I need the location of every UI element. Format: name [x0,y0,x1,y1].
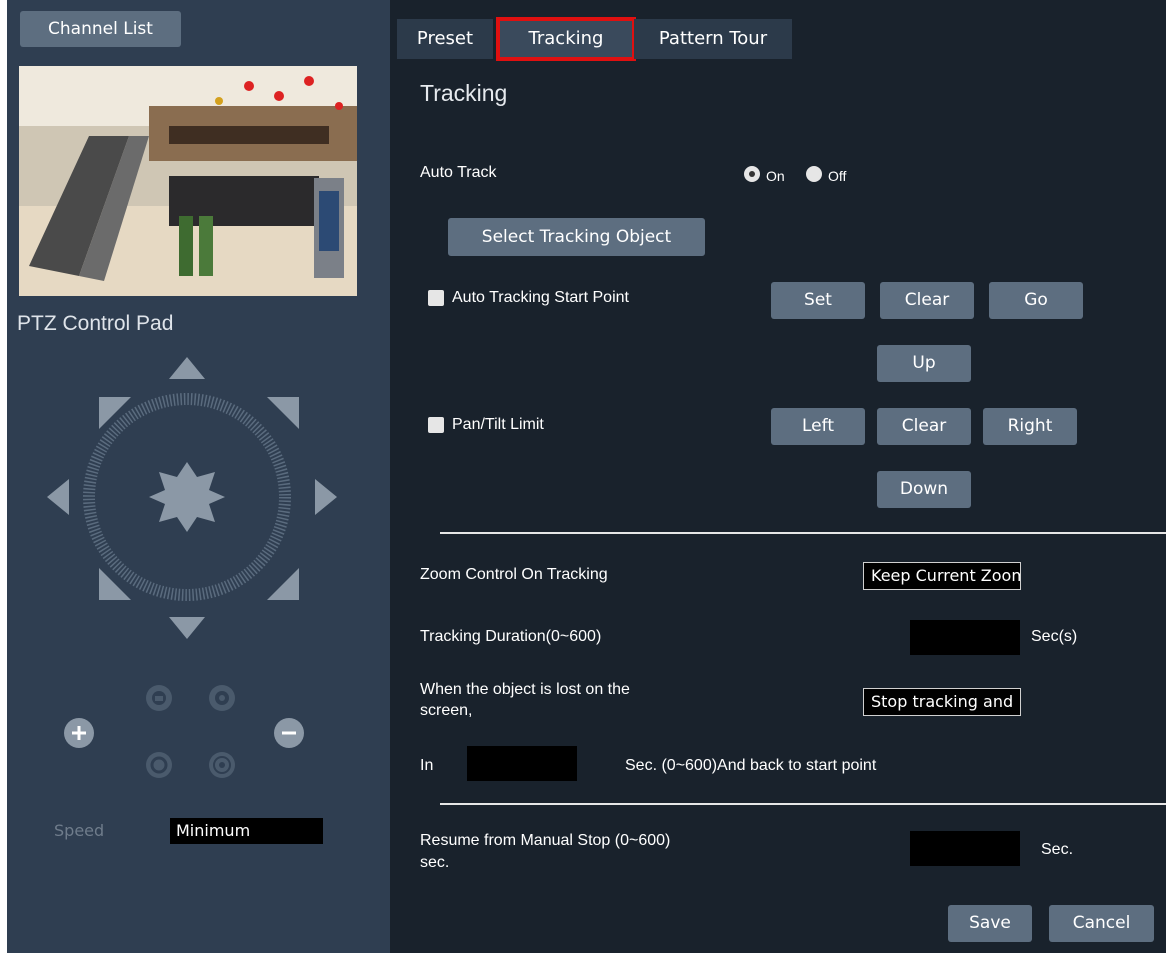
object-lost-label-line2: screen, [420,702,473,719]
resume-label-line1: Resume from Manual Stop (0~600) [420,832,671,849]
right-panel: Preset Tracking Pattern Tour Tracking Au… [390,0,1166,953]
divider-1 [440,532,1166,534]
in-seconds-input[interactable] [467,746,577,781]
resume-unit: Sec. [1041,841,1074,858]
zoom-in-icon[interactable] [64,718,94,748]
channel-list-button[interactable]: Channel List [20,11,181,47]
left-arrow-icon[interactable] [47,479,69,515]
go-button[interactable]: Go [989,282,1083,319]
iris-open-icon[interactable] [146,752,172,778]
in-label: In [420,757,434,774]
down-arrow-icon[interactable] [169,617,205,639]
divider-2 [440,803,1166,805]
save-button[interactable]: Save [948,905,1032,942]
speed-label: Speed [54,821,105,840]
down-right-arrow-icon[interactable] [267,568,299,600]
object-lost-label-line1: When the object is lost on the [420,681,630,698]
ptz-control-pad-title: PTZ Control Pad [17,312,174,335]
auto-track-off-label: Off [828,168,847,184]
pan-tilt-limit-label: Pan/Tilt Limit [452,416,544,433]
clear-start-button[interactable]: Clear [880,282,974,319]
ptz-pad [37,352,337,652]
auto-track-on-label: On [766,168,785,184]
in-suffix-label: Sec. (0~600)And back to start point [625,757,877,774]
down-button[interactable]: Down [877,471,971,508]
up-right-arrow-icon[interactable] [267,397,299,429]
speed-select[interactable]: Minimum [170,818,323,844]
up-arrow-icon[interactable] [169,357,205,379]
focus-near-icon[interactable] [146,685,172,711]
start-point-label: Auto Tracking Start Point [452,289,629,306]
tab-preset[interactable]: Preset [397,19,493,59]
center-home-icon[interactable] [149,462,225,532]
section-title: Tracking [420,80,508,106]
set-button[interactable]: Set [771,282,865,319]
tab-pattern-tour[interactable]: Pattern Tour [634,19,792,59]
pan-tilt-limit-checkbox[interactable] [428,417,444,433]
start-point-checkbox[interactable] [428,290,444,306]
tracking-duration-input[interactable] [910,620,1020,655]
zoom-control-label: Zoom Control On Tracking [420,566,608,583]
left-panel: Channel List PTZ Control Pad Speed Minim… [7,0,390,953]
iris-close-icon[interactable] [209,752,235,778]
camera-preview [19,66,357,296]
tab-tracking[interactable]: Tracking [496,17,636,61]
left-button[interactable]: Left [771,408,865,445]
select-tracking-object-button[interactable]: Select Tracking Object [448,218,705,256]
focus-far-icon[interactable] [209,685,235,711]
auto-track-on-radio[interactable] [744,166,760,182]
down-left-arrow-icon[interactable] [99,568,131,600]
clear-limit-button[interactable]: Clear [877,408,971,445]
right-arrow-icon[interactable] [315,479,337,515]
auto-track-label: Auto Track [420,164,497,181]
resume-label-line2: sec. [420,854,450,871]
cancel-button[interactable]: Cancel [1049,905,1154,942]
resume-input[interactable] [910,831,1020,866]
object-lost-select[interactable]: Stop tracking and [863,688,1021,716]
tracking-duration-unit: Sec(s) [1031,628,1078,645]
tracking-duration-label: Tracking Duration(0~600) [420,628,602,645]
up-button[interactable]: Up [877,345,971,382]
zoom-control-select[interactable]: Keep Current Zoom [863,562,1021,590]
right-button[interactable]: Right [983,408,1077,445]
auto-track-off-radio[interactable] [806,166,822,182]
zoom-out-icon[interactable] [274,718,304,748]
